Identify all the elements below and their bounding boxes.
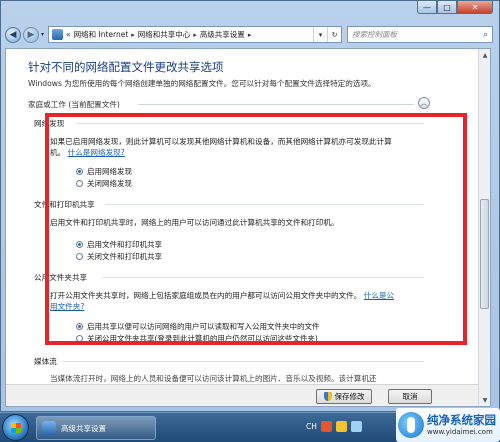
uac-shield-icon <box>323 392 332 401</box>
radio-unselected-icon[interactable] <box>76 335 83 342</box>
group-divider <box>106 204 424 205</box>
watermark-url: www.yidaimei.com <box>427 427 493 436</box>
taskbar-item-label: 高级共享设置 <box>61 423 106 433</box>
chevron-right-icon[interactable]: ▸ <box>193 31 197 39</box>
breadcrumb-overflow[interactable]: « <box>66 30 71 39</box>
media-streaming-title: 媒体流 <box>34 357 57 366</box>
search-icon[interactable]: ⌕ <box>483 30 488 40</box>
public-folder-sharing-title: 公用文件夹共享 <box>34 273 88 282</box>
recent-pages-dropdown[interactable]: ▾ <box>41 31 44 38</box>
start-button[interactable] <box>2 414 29 441</box>
tray-app-icon[interactable] <box>335 421 347 432</box>
public-folder-sharing-text: 打开公用文件夹共享时，网络上包括家庭组成员在内的用户都可以访问公用文件夹中的文件… <box>50 291 362 300</box>
watermark-logo-icon <box>398 412 424 438</box>
breadcrumb-advanced-sharing[interactable]: 高级共享设置 <box>200 29 245 40</box>
advanced-sharing-settings-panel: 针对不同的网络配置文件更改共享选项 Windows 为您所使用的每个网络创建单独… <box>5 48 491 407</box>
save-changes-label: 保存修改 <box>334 392 365 401</box>
minimize-button[interactable]: — <box>417 1 437 14</box>
file-printer-sharing-title: 文件和打印机共享 <box>34 200 95 209</box>
control-panel-icon <box>42 421 56 435</box>
address-dropdown-icon[interactable]: ▾ <box>313 27 327 42</box>
public-folder-sharing-description: 打开公用文件夹共享时，网络上包括家庭组成员在内的用户都可以访问公用文件夹中的文件… <box>50 290 398 312</box>
watermark-title: 纯净系统家园 <box>427 413 496 428</box>
navigation-bar: ◀ ▶ ▾ « 网络和 Internet ▸ 网络和共享中心 ▸ 高级共享设置 … <box>5 25 493 44</box>
network-discovery-description: 如果已启用网络发现，则此计算机可以发现其他网络计算机和设备，而其他网络计算机亦可… <box>50 136 398 158</box>
title-bar: — □ ✕ <box>1 1 499 15</box>
save-changes-button[interactable]: 保存修改 <box>316 389 372 404</box>
site-watermark: 纯净系统家园 www.yidaimei.com <box>396 408 500 442</box>
taskbar-item-advanced-sharing[interactable]: 高级共享设置 <box>36 416 156 440</box>
breadcrumb-network-internet[interactable]: 网络和 Internet <box>74 29 129 40</box>
scroll-down-icon[interactable]: ▼ <box>479 394 490 406</box>
radio-label: 关闭文件和打印机共享 <box>87 252 162 261</box>
forward-arrow-icon[interactable]: ▶ <box>23 26 39 43</box>
group-divider <box>62 361 424 362</box>
maximize-button[interactable]: □ <box>437 1 457 14</box>
breadcrumb-network-sharing-center[interactable]: 网络和共享中心 <box>138 29 191 40</box>
profile-header: 家庭或工作 (当前配置文件) <box>28 100 120 109</box>
file-printer-sharing-text: 启用文件和打印机共享时，网络上的用户可以访问通过此计算机共享的文件和打印机。 <box>50 218 339 227</box>
search-input[interactable]: 搜索控制面板 ⌕ <box>347 26 493 43</box>
radio-enable-network-discovery[interactable]: 启用网络发现 <box>76 166 132 177</box>
radio-label: 启用网络发现 <box>87 167 132 176</box>
chevron-right-icon[interactable]: ▸ <box>248 31 252 39</box>
cancel-button[interactable]: 取消 <box>388 389 432 404</box>
network-discovery-title: 网络发现 <box>34 119 65 128</box>
radio-disable-file-printer-sharing[interactable]: 关闭文件和打印机共享 <box>76 251 162 262</box>
profile-divider <box>138 104 414 105</box>
radio-enable-file-printer-sharing[interactable]: 启用文件和打印机共享 <box>76 239 162 250</box>
radio-enable-public-folder-sharing[interactable]: 启用共享以便可以访问网络的用户可以读取和写入公用文件夹中的文件 <box>76 321 320 332</box>
close-button[interactable]: ✕ <box>457 1 493 14</box>
page-description: Windows 为您所使用的每个网络创建单独的网络配置文件。您可以针对每个配置文… <box>28 79 376 88</box>
radio-selected-icon[interactable] <box>76 323 83 330</box>
control-panel-window: — □ ✕ ◀ ▶ ▾ « 网络和 Internet ▸ 网络和共享中心 ▸ 高… <box>0 0 500 412</box>
network-icon[interactable] <box>350 421 362 432</box>
radio-selected-icon[interactable] <box>76 241 83 248</box>
search-placeholder: 搜索控制面板 <box>352 30 397 39</box>
radio-disable-public-folder-sharing[interactable]: 关闭公用文件夹共享(登录到此计算机的用户仍然可以访问这些文件夹) <box>76 333 318 344</box>
scrollbar-thumb[interactable] <box>480 199 489 309</box>
radio-label: 关闭公用文件夹共享(登录到此计算机的用户仍然可以访问这些文件夹) <box>87 334 318 343</box>
network-discovery-help-link[interactable]: 什么是网络发现? <box>68 148 125 157</box>
input-language-indicator[interactable]: CH <box>306 422 317 431</box>
media-streaming-description: 当媒体流打开时，网络上的人员和设备便可以访问该计算机上的图片、音乐以及视频。该计… <box>50 374 377 383</box>
radio-label: 启用共享以便可以访问网络的用户可以读取和写入公用文件夹中的文件 <box>87 322 320 331</box>
control-panel-icon <box>52 29 64 40</box>
radio-label: 关闭网络发现 <box>87 179 132 188</box>
radio-selected-icon[interactable] <box>76 168 83 175</box>
group-divider <box>76 123 424 124</box>
radio-disable-network-discovery[interactable]: 关闭网络发现 <box>76 178 132 189</box>
cancel-label: 取消 <box>402 392 418 401</box>
chevron-up-icon[interactable]: ︿ <box>418 97 430 109</box>
refresh-icon[interactable]: ↻ <box>327 27 341 42</box>
action-footer: 保存修改 取消 <box>6 384 478 406</box>
radio-label: 启用文件和打印机共享 <box>87 240 162 249</box>
radio-unselected-icon[interactable] <box>76 180 83 187</box>
vertical-scrollbar[interactable]: ▲ ▼ <box>478 49 490 406</box>
ime-icon[interactable] <box>320 421 332 432</box>
address-bar[interactable]: « 网络和 Internet ▸ 网络和共享中心 ▸ 高级共享设置 ▸ ▾ ↻ <box>48 26 342 43</box>
page-title: 针对不同的网络配置文件更改共享选项 <box>28 60 224 74</box>
system-tray: CH <box>306 421 362 432</box>
chevron-right-icon[interactable]: ▸ <box>131 31 135 39</box>
file-printer-sharing-description: 启用文件和打印机共享时，网络上的用户可以访问通过此计算机共享的文件和打印机。 <box>50 217 398 228</box>
radio-unselected-icon[interactable] <box>76 253 83 260</box>
back-arrow-icon[interactable]: ◀ <box>5 26 21 43</box>
scroll-up-icon[interactable]: ▲ <box>479 49 490 61</box>
group-divider <box>102 277 424 278</box>
